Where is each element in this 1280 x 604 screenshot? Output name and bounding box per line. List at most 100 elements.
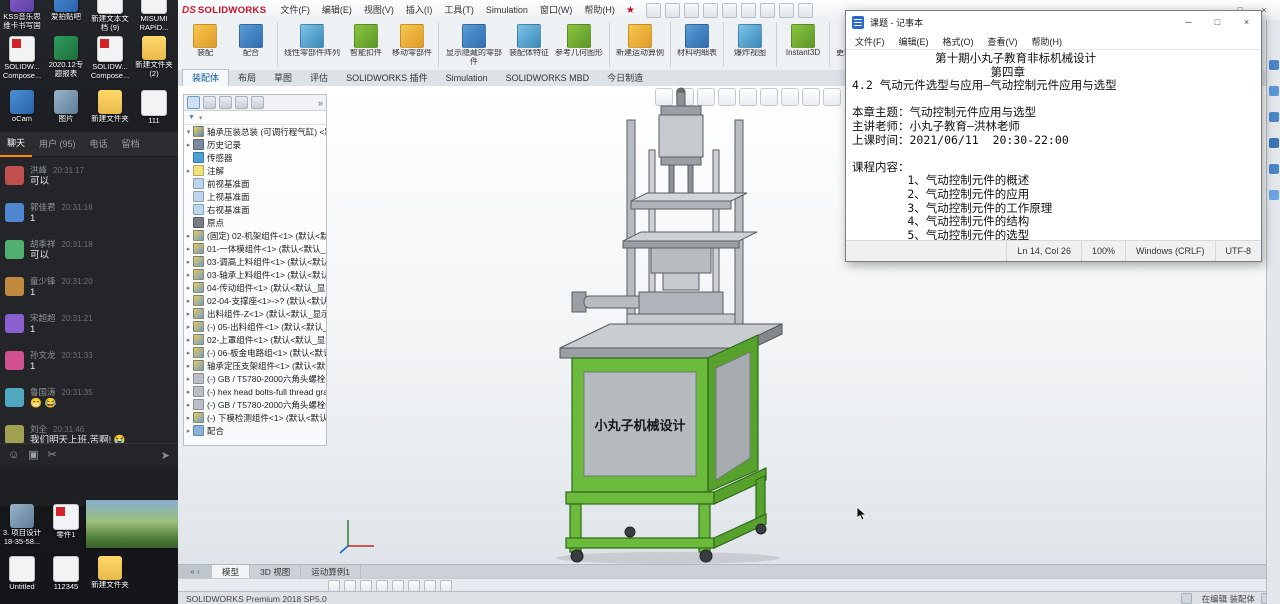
sender-name[interactable]: 胡季祥: [30, 239, 56, 249]
avatar[interactable]: [5, 425, 24, 443]
expand-arrow-icon[interactable]: ▸: [184, 271, 193, 279]
quick-access-toolbar-icon[interactable]: [778, 2, 794, 18]
tree-item[interactable]: ▸ 轴承定压支架组件<1> (默认<默认_显示: [184, 359, 326, 372]
tree-item[interactable]: ▸ 配合: [184, 424, 326, 437]
tree-item[interactable]: 前视基准面: [184, 177, 326, 190]
tree-item[interactable]: ▸ (-) 05-出料组件<1> (默认<默认_显示状: [184, 320, 326, 333]
emoji-icon[interactable]: [8, 444, 19, 466]
tree-item[interactable]: ▸ (-) hex head bolts-full thread grade c…: [184, 385, 326, 398]
configuration-tab-icon[interactable]: [219, 96, 232, 109]
quick-access-toolbar-icon[interactable]: [702, 2, 718, 18]
ribbon-button[interactable]: 配合: [228, 22, 278, 67]
tree-item[interactable]: ▸ 04-传动组件<1> (默认<默认_显示状态-1: [184, 281, 326, 294]
taskpane-icon[interactable]: [1268, 138, 1279, 148]
ribbon-tab[interactable]: 装配体: [182, 69, 230, 86]
sender-name[interactable]: 童少锋: [30, 276, 56, 286]
sender-name[interactable]: 鲁国涛: [30, 387, 56, 397]
chat-tab[interactable]: 留档: [115, 132, 147, 156]
document-tab[interactable]: 运动算例1: [301, 565, 361, 579]
expand-arrow-icon[interactable]: ▾: [184, 128, 193, 136]
avatar[interactable]: [5, 240, 24, 259]
menubar-item[interactable]: 格式(O): [936, 35, 981, 48]
document-tab[interactable]: 模型: [212, 565, 251, 579]
ribbon-tab[interactable]: 草图: [265, 70, 301, 86]
assembly-model-3d[interactable]: 小丸子机械设计: [530, 86, 812, 564]
notepad-titlebar[interactable]: 课题 - 记事本: [846, 11, 1261, 33]
menubar-item[interactable]: 文件(F): [848, 35, 892, 48]
tab-scroll-arrows-icon[interactable]: [178, 565, 212, 579]
tree-item[interactable]: ▸ 出料组件-Z<1> (默认<默认_显示状态-1>: [184, 307, 326, 320]
desktop-icon[interactable]: 图片: [45, 88, 87, 126]
tree-item[interactable]: ▸ 历史记录: [184, 138, 326, 151]
expand-arrow-icon[interactable]: ▸: [184, 375, 193, 383]
desktop-icon[interactable]: SOLIDW... Compose...: [89, 34, 131, 80]
menubar-item[interactable]: 文件(F): [274, 0, 316, 20]
avatar[interactable]: [5, 203, 24, 222]
tree-item[interactable]: ▸ 02-04-支撑座<1>->? (默认<默认_显示状: [184, 294, 326, 307]
viewport-tool-icon[interactable]: [360, 579, 372, 592]
image-icon[interactable]: [28, 444, 38, 466]
tree-item[interactable]: ▸ (-) GB / T5780-2000六角头螺栓C级<2>: [184, 398, 326, 411]
expand-arrow-icon[interactable]: ▸: [184, 297, 193, 305]
desktop-icon[interactable]: 2020.12专题报表: [45, 34, 87, 80]
expand-arrow-icon[interactable]: ▸: [184, 167, 193, 175]
ribbon-button[interactable]: 线性零部件阵列: [281, 22, 343, 67]
expand-arrow-icon[interactable]: ▸: [184, 323, 193, 331]
desktop-icon[interactable]: KSS音乐思维卡书写国际: [1, 0, 43, 32]
expand-arrow-icon[interactable]: ▸: [184, 362, 193, 370]
quick-access-toolbar-icon[interactable]: [683, 2, 699, 18]
expand-arrow-icon[interactable]: ▸: [184, 310, 193, 318]
tree-item[interactable]: ▸ 01-一体模组件<1> (默认<默认_显示状态: [184, 242, 326, 255]
dimxpert-tab-icon[interactable]: [235, 96, 248, 109]
viewport-tool-icon[interactable]: [440, 579, 452, 592]
propertymanager-tab-icon[interactable]: [203, 96, 216, 109]
expand-arrow-icon[interactable]: ▸: [184, 284, 193, 292]
desktop-icon[interactable]: 零件1: [45, 502, 87, 546]
quick-access-toolbar-icon[interactable]: [721, 2, 737, 18]
quick-access-toolbar-icon[interactable]: [740, 2, 756, 18]
close-icon[interactable]: [1232, 11, 1261, 33]
viewport-tool-icon[interactable]: [328, 579, 340, 592]
chat-tab[interactable]: 聊天: [0, 131, 33, 157]
expand-arrow-icon[interactable]: ▸: [184, 336, 193, 344]
quick-access-toolbar-icon[interactable]: [759, 2, 775, 18]
ribbon-button[interactable]: 新建运动算例: [613, 22, 671, 67]
ribbon-button[interactable]: 材料明细表: [674, 22, 724, 67]
screenshot-icon[interactable]: [48, 444, 57, 466]
sender-name[interactable]: 洪峰: [30, 165, 47, 175]
viewport-tool-icon[interactable]: [408, 579, 420, 592]
status-icon[interactable]: [1180, 593, 1192, 604]
chat-tab[interactable]: 用户 (95): [32, 132, 83, 156]
desktop-icon[interactable]: 新建文件夹: [89, 88, 131, 126]
tree-item[interactable]: 原点: [184, 216, 326, 229]
expand-arrow-icon[interactable]: ▸: [184, 414, 193, 422]
ribbon-tab[interactable]: 评估: [301, 70, 337, 86]
menubar-item[interactable]: Simulation: [480, 0, 534, 20]
ribbon-button[interactable]: 参考几何图形: [552, 22, 610, 67]
sender-name[interactable]: 宋超超: [30, 313, 56, 323]
expand-arrow-icon[interactable]: ▸: [184, 388, 193, 396]
avatar[interactable]: [5, 351, 24, 370]
tree-item[interactable]: ▸ 02-上罩组件<1> (默认<默认_显示状态-: [184, 333, 326, 346]
avatar[interactable]: [5, 314, 24, 333]
tree-item[interactable]: ▾ 轴承压装总装 (可调行程气缸) <默认...: [184, 125, 326, 138]
menubar-item[interactable]: 帮助(H): [578, 0, 621, 20]
tree-item[interactable]: 上视基准面: [184, 190, 326, 203]
taskpane-icon[interactable]: [1268, 190, 1279, 200]
chat-tab[interactable]: 电话: [83, 132, 115, 156]
tree-item[interactable]: ▸ (固定) 02-机架组件<1> (默认<默认_显示: [184, 229, 326, 242]
sender-name[interactable]: 郭佳君: [30, 202, 56, 212]
tree-item[interactable]: ▸ 注解: [184, 164, 326, 177]
menubar-item[interactable]: 编辑(E): [316, 0, 358, 20]
desktop-icon[interactable]: SOLIDW... Compose...: [1, 34, 43, 80]
ribbon-tab[interactable]: SOLIDWORKS 插件: [337, 70, 437, 86]
maximize-icon[interactable]: [1203, 11, 1232, 33]
taskpane-icon[interactable]: [1268, 112, 1279, 122]
expand-arrow-icon[interactable]: ▸: [184, 141, 193, 149]
tree-item[interactable]: 传感器: [184, 151, 326, 164]
expand-arrow-icon[interactable]: ▸: [184, 401, 193, 409]
desktop-icon[interactable]: 3. 项目设计 18-35-58...: [1, 502, 43, 546]
desktop-icon[interactable]: 新建文本文档 (9): [89, 0, 131, 32]
avatar[interactable]: [5, 277, 24, 296]
notepad-text-area[interactable]: 第十期小丸子教育非标机械设计 第四章 4.2 气动元件选型与应用—气动控制元件应用…: [846, 50, 1261, 240]
